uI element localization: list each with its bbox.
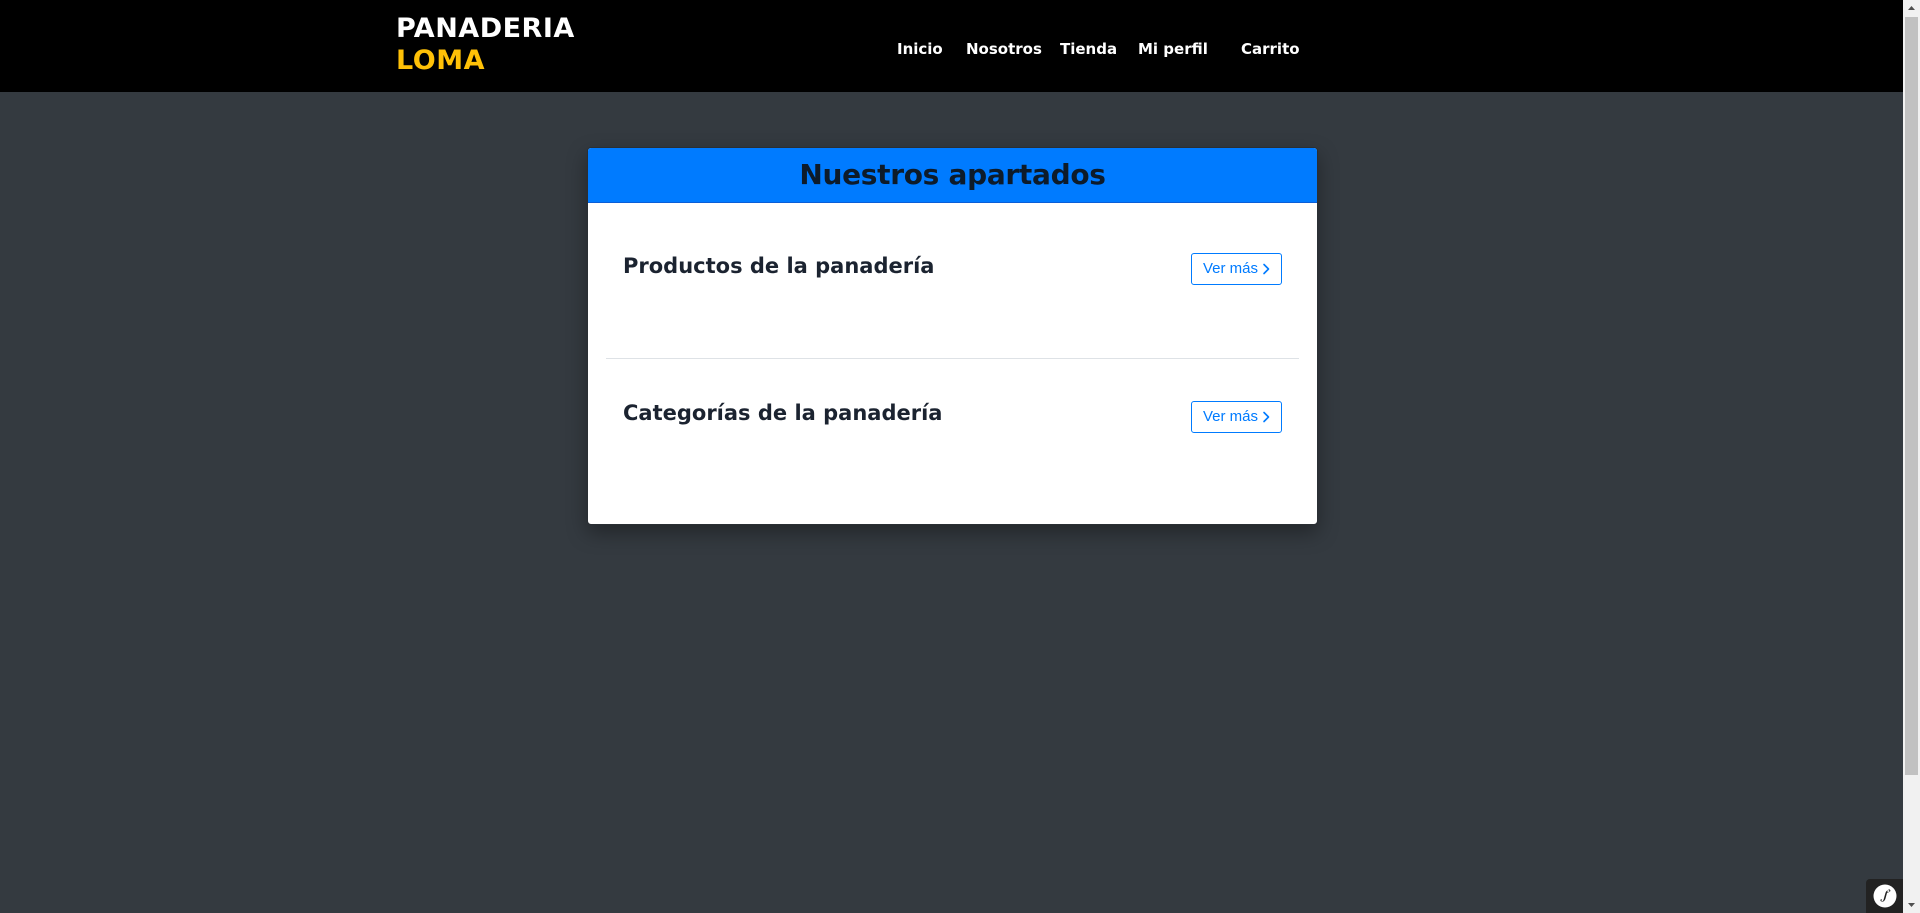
nav-link-tienda[interactable]: Tienda (1060, 39, 1117, 59)
symfony-logo-icon (1873, 884, 1897, 908)
navbar: PANADERIA LOMA Inicio Nosotros Tienda Mi… (0, 0, 1903, 92)
scroll-down-arrow-icon[interactable] (1903, 896, 1920, 913)
section-title-categorias: Categorías de la panadería (623, 401, 943, 425)
chevron-right-icon (1263, 411, 1270, 423)
vertical-scrollbar[interactable] (1903, 0, 1920, 913)
nav-link-mi-perfil[interactable]: Mi perfil (1138, 39, 1208, 59)
page: PANADERIA LOMA Inicio Nosotros Tienda Mi… (0, 0, 1920, 913)
card-header: Nuestros apartados (588, 148, 1317, 203)
chevron-right-icon (1263, 263, 1270, 275)
symfony-toolbar-toggle[interactable] (1866, 879, 1903, 913)
nav-link-inicio[interactable]: Inicio (897, 39, 943, 59)
scrollbar-thumb[interactable] (1905, 17, 1918, 775)
section-title-productos: Productos de la panadería (623, 254, 935, 278)
nav-link-nosotros[interactable]: Nosotros (966, 39, 1042, 59)
ver-mas-productos-button[interactable]: Ver más (1191, 253, 1282, 285)
ver-mas-categorias-button[interactable]: Ver más (1191, 401, 1282, 433)
nav-links: Inicio Nosotros Tienda Mi perfil Carrito (0, 0, 1903, 92)
scroll-up-arrow-icon[interactable] (1903, 0, 1920, 17)
sections-card: Nuestros apartados Productos de la panad… (587, 147, 1318, 525)
nav-link-carrito[interactable]: Carrito (1241, 39, 1300, 59)
section-categorias: Categorías de la panadería Ver más (606, 359, 1299, 524)
card-title: Nuestros apartados (799, 158, 1106, 191)
ver-mas-label: Ver más (1203, 260, 1259, 277)
section-productos: Productos de la panadería Ver más (606, 202, 1299, 358)
ver-mas-label: Ver más (1203, 408, 1259, 425)
